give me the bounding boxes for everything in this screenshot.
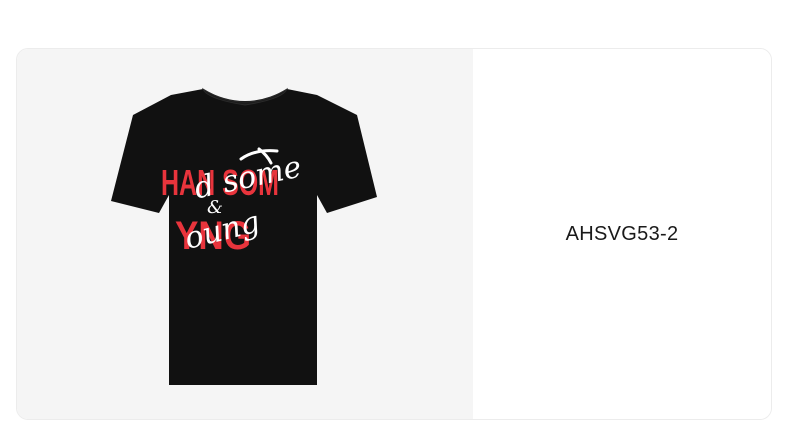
product-sku: AHSVG53-2 [565, 222, 679, 245]
product-card[interactable]: HAN SOM d some & YNG oung AHSVG53-2 [16, 48, 772, 420]
product-info-pane: AHSVG53-2 [473, 49, 771, 419]
t-shirt-icon: HAN SOM d some & YNG oung [111, 87, 377, 385]
product-image-pane[interactable]: HAN SOM d some & YNG oung [17, 49, 473, 419]
